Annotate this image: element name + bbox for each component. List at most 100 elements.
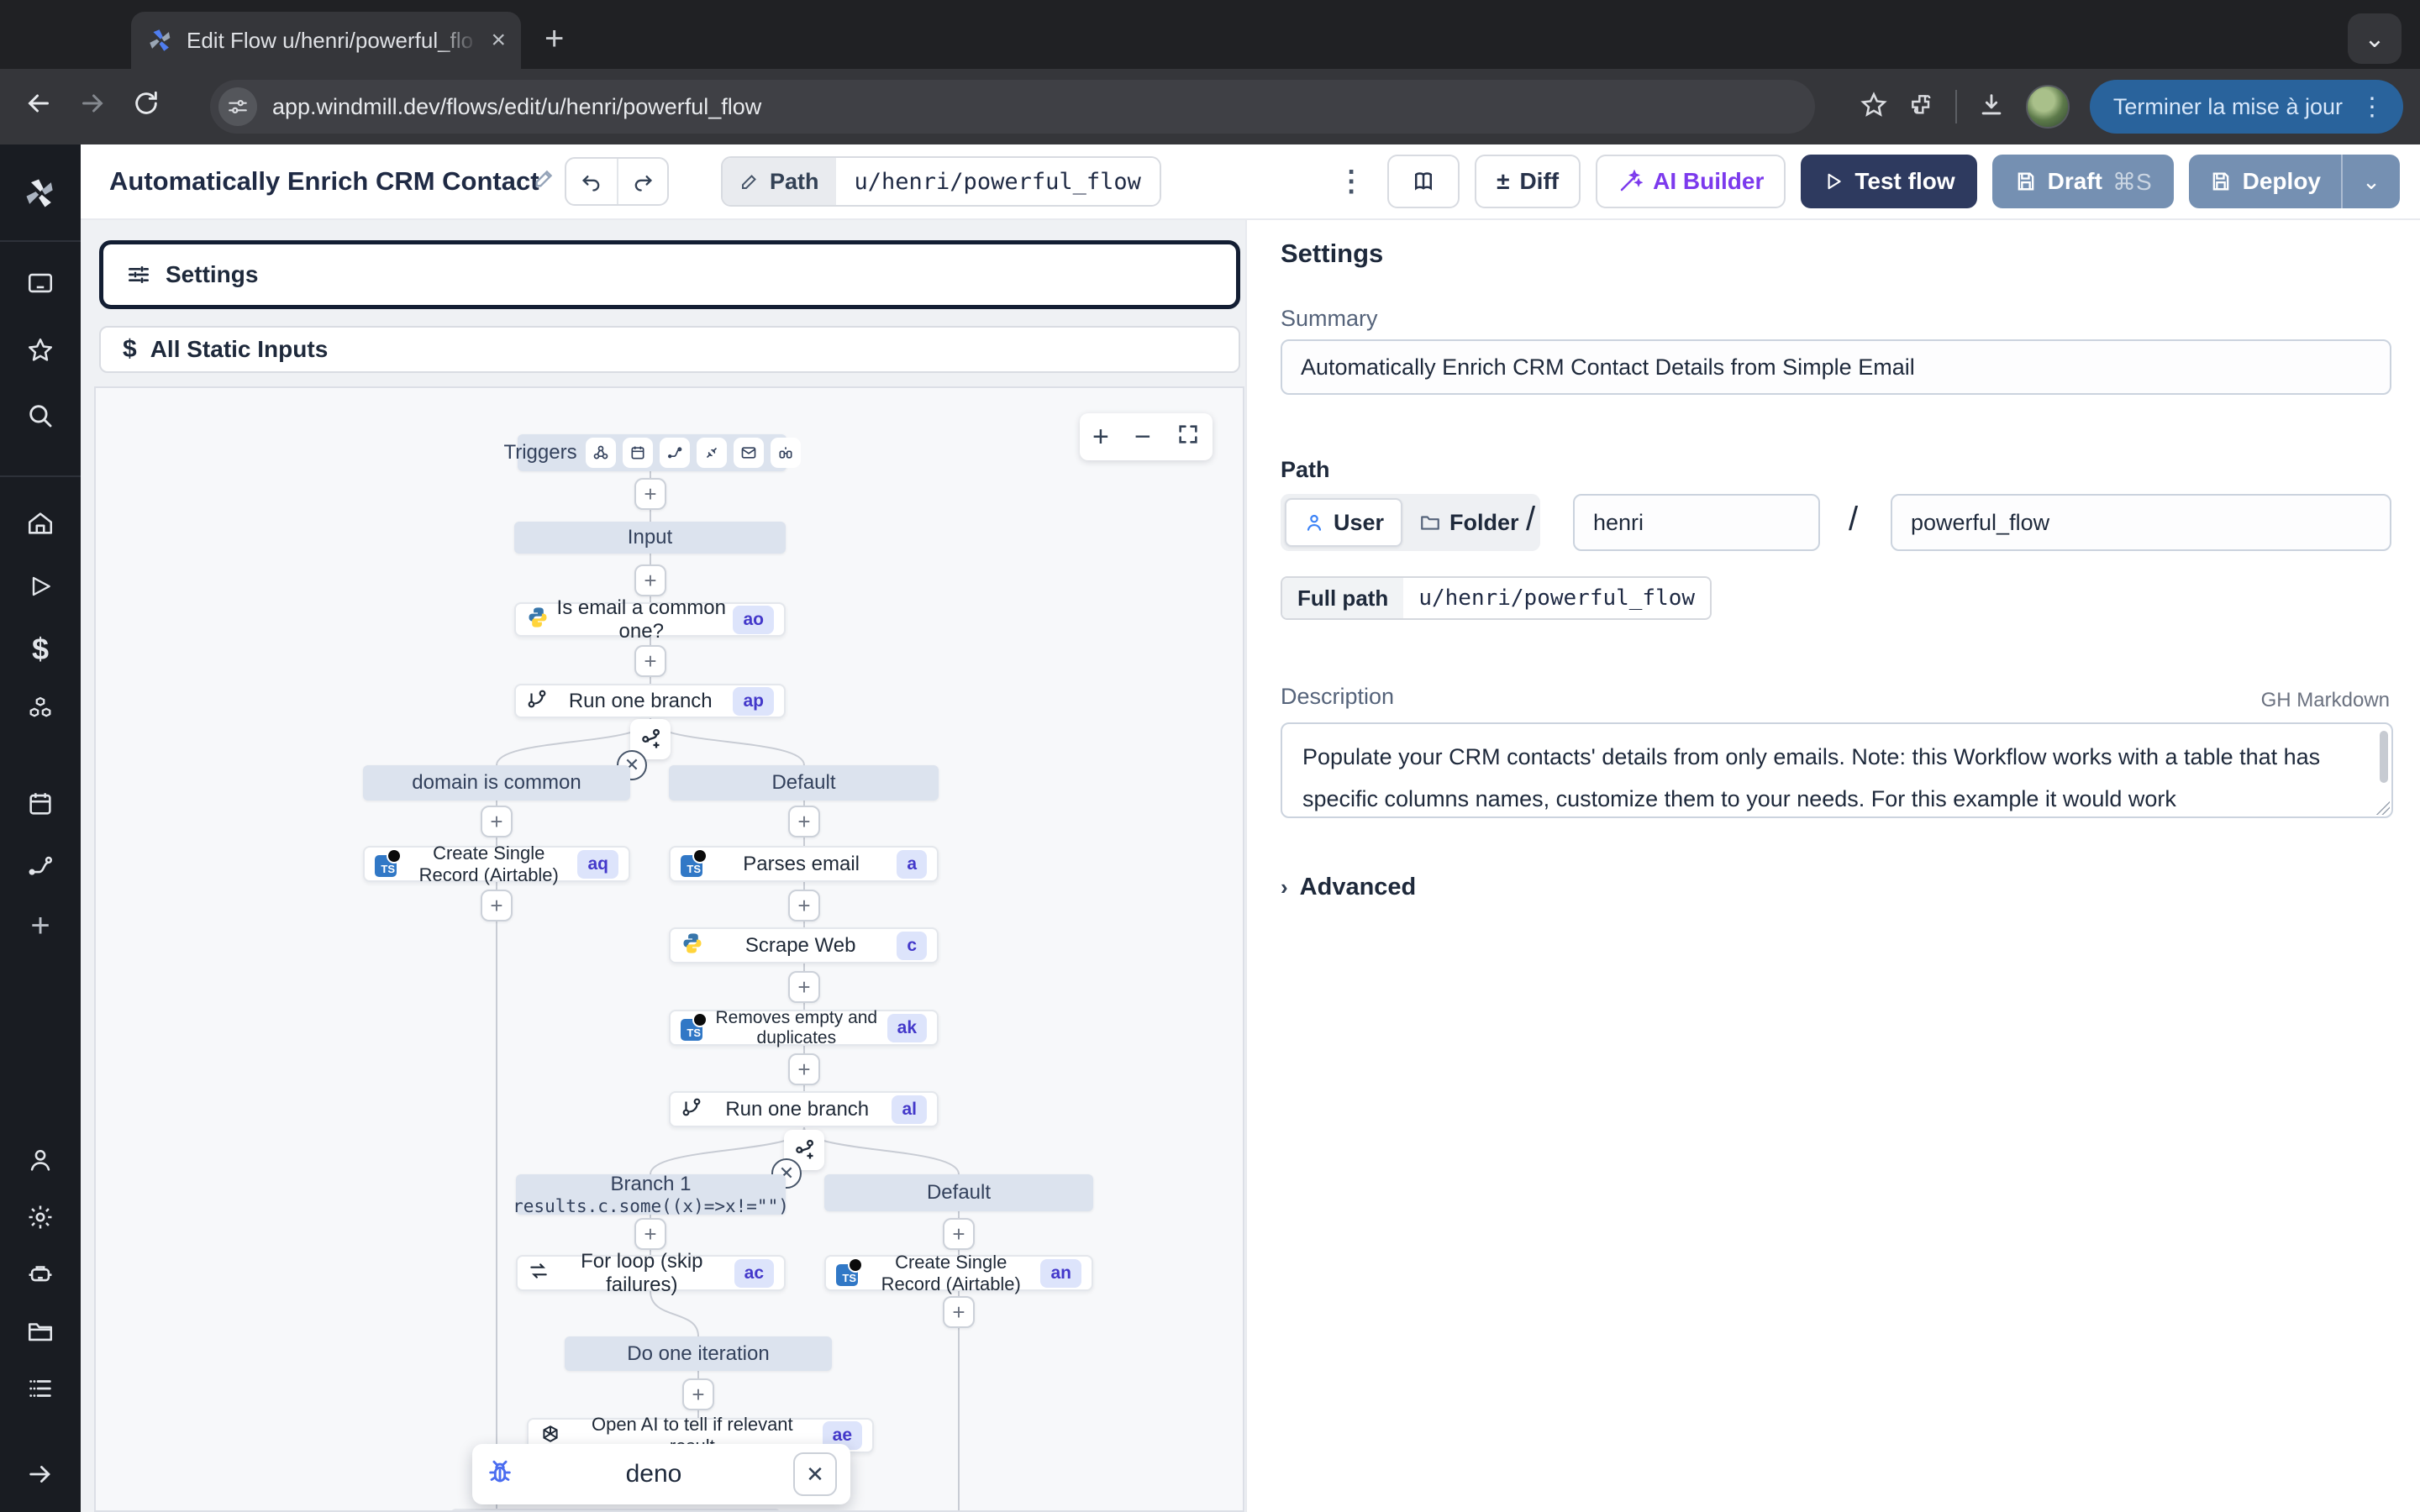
sidebar-schedules-calendar-icon[interactable] (0, 790, 81, 818)
flow-node-an[interactable]: TS Create Single Record (Airtable) an (824, 1255, 1093, 1291)
sidebar-search-icon[interactable] (0, 402, 81, 430)
sidebar-logs-list-icon[interactable] (0, 1374, 81, 1403)
tab-search-chevron-icon[interactable]: ⌄ (2348, 13, 2402, 64)
add-step-plus-icon[interactable]: + (481, 890, 513, 921)
docs-book-button[interactable] (1387, 155, 1460, 208)
ai-builder-button[interactable]: AI Builder (1596, 155, 1786, 208)
triggers-node[interactable]: Triggers (518, 434, 786, 471)
toolbar-divider (1955, 90, 1957, 123)
flow-node-ac[interactable]: For loop (skip failures) ac (516, 1255, 786, 1291)
test-flow-button[interactable]: Test flow (1801, 155, 1976, 208)
textarea-scrollbar[interactable] (2380, 731, 2388, 783)
flow-title[interactable]: Automatically Enrich CRM Contact (109, 166, 556, 197)
extensions-icon[interactable] (1908, 92, 1935, 123)
sidebar-settings-gear-icon[interactable] (0, 1203, 81, 1231)
more-options-kebab-icon[interactable]: ⋮ (1330, 165, 1372, 198)
add-step-plus-icon[interactable]: + (634, 478, 666, 510)
add-step-plus-icon[interactable]: + (788, 890, 820, 921)
branch-header-domain-is-common[interactable]: domain is common (363, 765, 630, 801)
sidebar-runs-play-icon[interactable] (0, 573, 81, 600)
add-step-plus-icon[interactable]: + (788, 1053, 820, 1085)
flow-node-c[interactable]: Scrape Web c (669, 927, 939, 963)
sidebar-folders-icon[interactable] (0, 1317, 81, 1346)
deno-popup[interactable]: deno ✕ (472, 1444, 850, 1504)
zoom-in-icon[interactable]: + (1092, 421, 1109, 454)
reload-icon[interactable] (119, 89, 173, 125)
summary-input[interactable] (1281, 339, 2391, 395)
sidebar-routes-icon[interactable] (0, 852, 81, 880)
sidebar-add-plus-icon[interactable]: + (0, 907, 81, 945)
branch-header-default[interactable]: Default (669, 765, 939, 801)
tab-close-icon[interactable]: × (491, 28, 506, 53)
path-owner-input[interactable] (1573, 494, 1820, 551)
input-node[interactable]: Input (514, 522, 786, 554)
flow-node-al[interactable]: Run one branch al (669, 1091, 939, 1127)
redo-button[interactable] (617, 159, 667, 204)
bookmark-star-icon[interactable] (1860, 91, 1888, 123)
do-one-iteration-node[interactable]: Do one iteration (565, 1336, 832, 1371)
popup-close-icon[interactable]: ✕ (793, 1452, 837, 1496)
sidebar-workers-robot-icon[interactable] (0, 1260, 81, 1289)
download-icon[interactable] (1977, 91, 2006, 123)
deploy-button[interactable]: Deploy (2189, 168, 2341, 195)
browser-menu-kebab-icon[interactable]: ⋮ (2360, 92, 2385, 122)
branch-header-default2[interactable]: Default (824, 1174, 1093, 1211)
site-settings-icon[interactable] (218, 87, 257, 126)
browser-update-button[interactable]: Terminer la mise à jour ⋮ (2090, 80, 2403, 134)
all-static-inputs-card[interactable]: $ All Static Inputs (99, 326, 1240, 373)
sidebar-home-icon[interactable] (0, 509, 81, 538)
flow-graph-canvas[interactable]: + − Triggers Input Is email a common one… (94, 386, 1244, 1512)
branch-header-branch1[interactable]: Branch 1 results.c.some((x)=>x!="") (516, 1174, 786, 1215)
add-step-plus-icon[interactable]: + (943, 1296, 975, 1328)
textarea-resize-handle[interactable] (2376, 801, 2390, 815)
flow-node-aq[interactable]: TS Create Single Record (Airtable) aq (363, 846, 630, 882)
address-bar[interactable]: app.windmill.dev/flows/edit/u/henri/powe… (210, 80, 1815, 134)
add-step-plus-icon[interactable]: + (682, 1378, 714, 1410)
add-step-plus-icon[interactable]: + (634, 1218, 666, 1250)
path-name-input[interactable] (1891, 494, 2391, 551)
email-trigger-icon[interactable] (734, 438, 764, 468)
add-step-plus-icon[interactable]: + (481, 806, 513, 837)
poll-trigger-icon[interactable] (771, 438, 801, 468)
add-step-plus-icon[interactable]: + (788, 806, 820, 837)
draft-button[interactable]: Draft ⌘S (1992, 155, 2174, 208)
zoom-out-icon[interactable]: − (1134, 421, 1151, 454)
edit-title-pencil-icon[interactable] (533, 166, 556, 197)
sidebar-user-icon[interactable] (0, 1146, 81, 1174)
diff-button[interactable]: ± Diff (1475, 155, 1581, 208)
webhook-trigger-icon[interactable] (586, 438, 616, 468)
route-trigger-icon[interactable] (660, 438, 690, 468)
add-step-plus-icon[interactable]: + (634, 564, 666, 596)
all-static-inputs-label: All Static Inputs (150, 336, 329, 363)
back-icon[interactable] (12, 88, 66, 126)
path-chip[interactable]: Path u/henri/powerful_flow (721, 156, 1161, 207)
sidebar-favorites-star-icon[interactable] (0, 336, 81, 365)
fullscreen-icon[interactable] (1176, 421, 1200, 454)
folder-toggle[interactable]: Folder (1402, 498, 1536, 547)
flow-node-ao[interactable]: Is email a common one? ao (514, 602, 786, 637)
add-step-plus-icon[interactable]: + (634, 645, 666, 677)
flow-node-ap[interactable]: Run one branch ap (514, 684, 786, 718)
flow-node-a[interactable]: TS Parses email a (669, 846, 939, 882)
profile-avatar[interactable] (2026, 85, 2070, 129)
add-step-plus-icon[interactable]: + (943, 1218, 975, 1250)
browser-tab[interactable]: Edit Flow u/henri/powerful_flo × (131, 12, 521, 69)
windmill-logo-icon[interactable] (0, 175, 81, 212)
websocket-trigger-icon[interactable] (697, 438, 727, 468)
sidebar-variables-dollar-icon[interactable]: $ (0, 632, 81, 667)
sidebar-expand-arrow-icon[interactable] (0, 1460, 81, 1488)
user-toggle[interactable]: User (1285, 498, 1402, 547)
add-step-plus-icon[interactable]: + (788, 971, 820, 1003)
settings-card[interactable]: Settings (99, 240, 1240, 309)
flow-node-ak[interactable]: TS Removes empty and duplicates ak (669, 1010, 939, 1046)
advanced-section-toggle[interactable]: › Advanced (1281, 874, 1416, 901)
forward-icon[interactable] (66, 88, 119, 126)
new-tab-button[interactable]: + (544, 22, 564, 55)
sidebar-apps-icon[interactable] (0, 269, 81, 297)
sidebar-resources-cubes-icon[interactable] (0, 694, 81, 722)
flow-node-partial[interactable] (450, 1509, 781, 1512)
deploy-chevron-button[interactable]: ⌄ (2341, 155, 2400, 208)
schedule-trigger-icon[interactable] (623, 438, 653, 468)
undo-button[interactable] (566, 159, 617, 204)
description-textarea[interactable]: Populate your CRM contacts' details from… (1281, 722, 2393, 818)
